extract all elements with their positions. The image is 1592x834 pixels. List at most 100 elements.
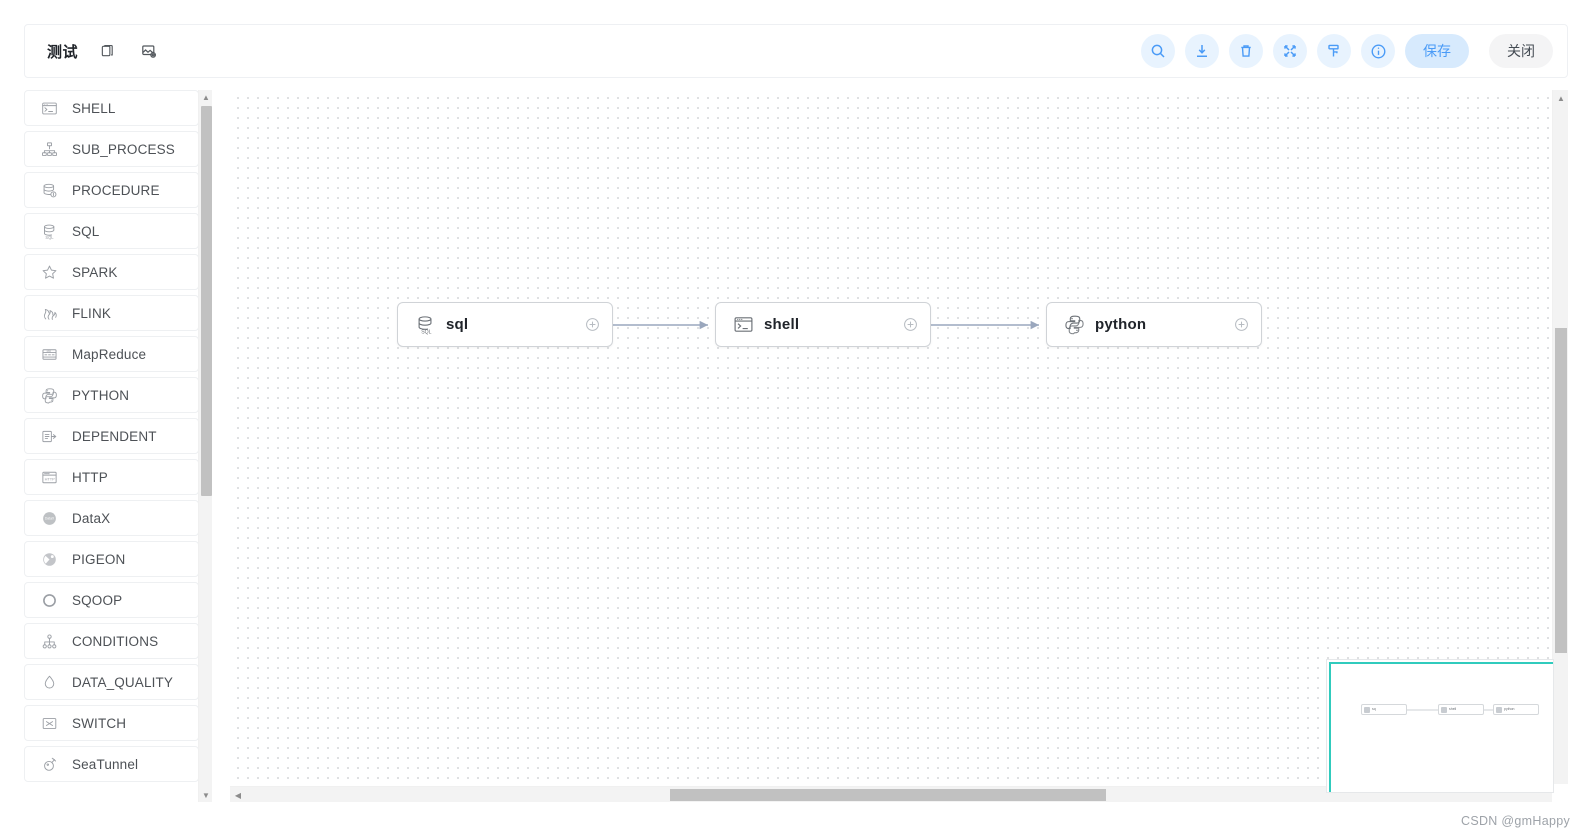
sidebar-scrollbar[interactable]: ▲ ▼	[198, 90, 212, 802]
procedure-icon	[39, 180, 59, 200]
sidebar-item-pigeon[interactable]: PIGEON	[24, 541, 199, 577]
sidebar-item-seatunnel[interactable]: SeaTunnel	[24, 746, 199, 782]
sidebar-item-label: FLINK	[72, 305, 112, 321]
svg-text:DataX: DataX	[44, 516, 54, 520]
sidebar-item-datax[interactable]: DataX DataX	[24, 500, 199, 536]
format-icon[interactable]	[1317, 34, 1351, 68]
svg-text:SQL: SQL	[45, 234, 54, 239]
sidebar-item-label: PROCEDURE	[72, 182, 160, 198]
flink-icon	[39, 303, 59, 323]
minimap-viewport[interactable]	[1329, 662, 1553, 792]
seatunnel-icon	[39, 754, 59, 774]
add-downstream-icon[interactable]	[584, 317, 600, 333]
minimap-node-icon	[1364, 706, 1370, 713]
sidebar-item-label: SUB_PROCESS	[72, 141, 175, 157]
add-downstream-icon[interactable]	[1233, 317, 1249, 333]
dag-editor-page: 测试 保存 关闭 SHELL SUB_PROCESS PROCEDURE SQL…	[0, 0, 1592, 834]
canvas-vertical-scrollbar[interactable]: ▲	[1552, 90, 1568, 784]
export-image-icon[interactable]	[136, 38, 162, 64]
watermark: CSDN @gmHappy	[1461, 814, 1570, 828]
canvas-minimap[interactable]: sql shell python	[1326, 659, 1554, 793]
dag-node-label: python	[1095, 316, 1147, 333]
sidebar-item-data-quality[interactable]: DATA_QUALITY	[24, 664, 199, 700]
sidebar-item-label: MapReduce	[72, 346, 147, 362]
sidebar-item-label: SWITCH	[72, 715, 127, 731]
add-downstream-icon[interactable]	[902, 317, 918, 333]
sidebar-item-spark[interactable]: SPARK	[24, 254, 199, 290]
sidebar-item-procedure[interactable]: PROCEDURE	[24, 172, 199, 208]
dag-node-label: shell	[764, 316, 800, 333]
sidebar-item-label: CONDITIONS	[72, 633, 159, 649]
sidebar-item-dependent[interactable]: DEPENDENT	[24, 418, 199, 454]
dag-node-sql[interactable]: SQL sql	[397, 302, 613, 347]
http-icon: HTTP	[39, 467, 59, 487]
spark-icon	[39, 262, 59, 282]
sidebar-item-conditions[interactable]: CONDITIONS	[24, 623, 199, 659]
sidebar-item-http[interactable]: HTTP HTTP	[24, 459, 199, 495]
svg-text:SQL: SQL	[421, 329, 431, 335]
shell-icon	[39, 98, 59, 118]
sidebar-scroll-thumb[interactable]	[201, 106, 212, 496]
header-toolbar: 保存 关闭	[1141, 34, 1553, 68]
sidebar-item-label: SHELL	[72, 100, 116, 116]
sidebar-item-shell[interactable]: SHELL	[24, 90, 199, 126]
svg-text:HTTP: HTTP	[44, 476, 55, 481]
svg-text:MR: MR	[46, 348, 50, 352]
sidebar-item-label: SQL	[72, 223, 100, 239]
sql-node-icon: SQL	[414, 314, 436, 336]
sidebar-item-label: SQOOP	[72, 592, 123, 608]
minimap-node-label: python	[1504, 707, 1515, 711]
fullscreen-icon[interactable]	[1273, 34, 1307, 68]
mapreduce-icon: MR	[39, 344, 59, 364]
download-icon[interactable]	[1185, 34, 1219, 68]
sidebar-item-label: HTTP	[72, 469, 108, 485]
switch-icon	[39, 713, 59, 733]
close-button[interactable]: 关闭	[1489, 34, 1553, 68]
canvas-vertical-scroll-thumb[interactable]	[1555, 328, 1567, 653]
shell-node-icon	[732, 314, 754, 336]
minimap-node-shell: shell	[1438, 704, 1484, 715]
canvas-horizontal-scroll-thumb[interactable]	[670, 789, 1106, 801]
sidebar-item-sqoop[interactable]: SQOOP	[24, 582, 199, 618]
data-quality-icon	[39, 672, 59, 692]
sidebar-item-switch[interactable]: SWITCH	[24, 705, 199, 741]
task-type-sidebar: SHELL SUB_PROCESS PROCEDURE SQL SQL SPARK FLIN…	[24, 90, 212, 802]
dag-node-label: sql	[446, 316, 469, 333]
delete-icon[interactable]	[1229, 34, 1263, 68]
minimap-node-python: python	[1493, 704, 1539, 715]
dag-node-shell[interactable]: shell	[715, 302, 931, 347]
sidebar-item-label: PIGEON	[72, 551, 126, 567]
sidebar-item-sub-process[interactable]: SUB_PROCESS	[24, 131, 199, 167]
sub-process-icon	[39, 139, 59, 159]
sql-icon: SQL	[39, 221, 59, 241]
workflow-title: 测试	[47, 43, 79, 61]
canvas-scroll-left-icon[interactable]: ◀	[230, 787, 246, 802]
sidebar-item-label: SeaTunnel	[72, 756, 139, 772]
python-icon	[39, 385, 59, 405]
datax-icon: DataX	[39, 508, 59, 528]
sidebar-scroll-down-icon[interactable]: ▼	[199, 788, 212, 802]
minimap-node-label: sql	[1372, 707, 1377, 711]
save-button[interactable]: 保存	[1405, 34, 1469, 68]
sidebar-scroll-up-icon[interactable]: ▲	[199, 90, 212, 104]
sidebar-item-mapreduce[interactable]: MR MapReduce	[24, 336, 199, 372]
info-icon[interactable]	[1361, 34, 1395, 68]
pigeon-icon	[39, 549, 59, 569]
sidebar-item-label: PYTHON	[72, 387, 130, 403]
sqoop-icon	[39, 590, 59, 610]
sidebar-scrollport: SHELL SUB_PROCESS PROCEDURE SQL SQL SPARK FLIN…	[24, 90, 199, 802]
editor-header: 测试 保存 关闭	[24, 24, 1568, 78]
sidebar-item-flink[interactable]: FLINK	[24, 295, 199, 331]
conditions-icon	[39, 631, 59, 651]
sidebar-item-python[interactable]: PYTHON	[24, 377, 199, 413]
minimap-node-label: shell	[1449, 707, 1457, 711]
canvas-scroll-up-icon[interactable]: ▲	[1553, 90, 1568, 106]
minimap-node-icon	[1441, 706, 1447, 713]
copy-icon[interactable]	[94, 38, 120, 64]
dependent-icon	[39, 426, 59, 446]
sidebar-item-sql[interactable]: SQL SQL	[24, 213, 199, 249]
search-icon[interactable]	[1141, 34, 1175, 68]
minimap-node-icon	[1496, 706, 1502, 713]
sidebar-item-label: DEPENDENT	[72, 428, 157, 444]
dag-node-python[interactable]: python	[1046, 302, 1262, 347]
